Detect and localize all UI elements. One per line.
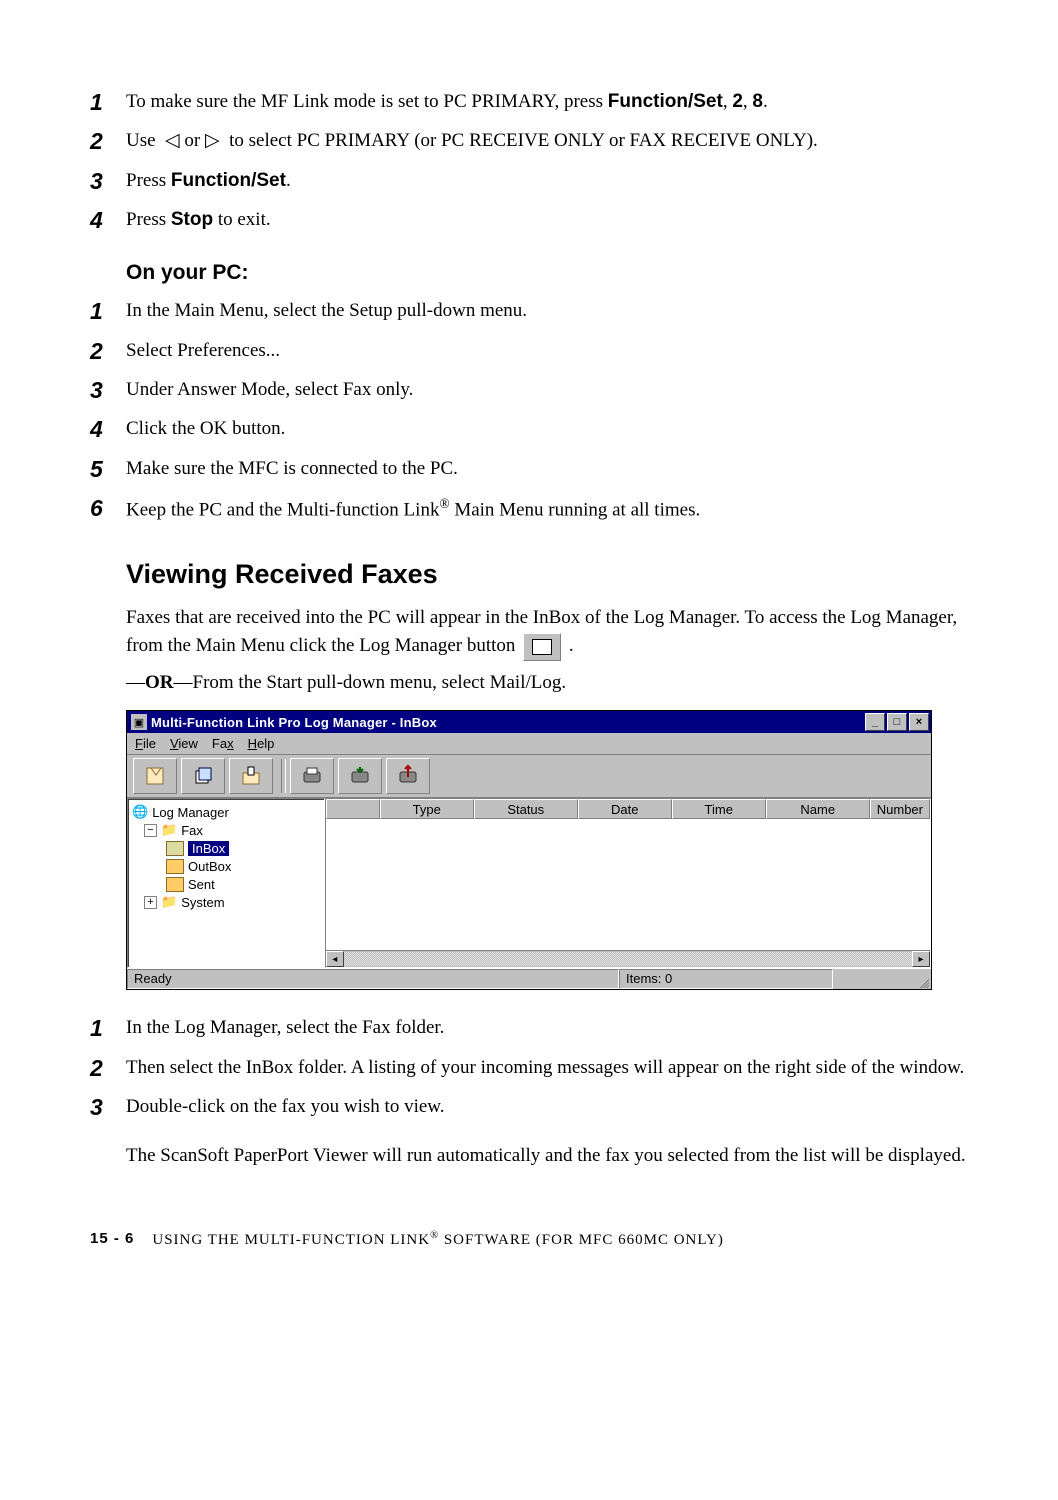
steps-on-pc: 1In the Main Menu, select the Setup pull… <box>90 295 968 525</box>
step-number: 2 <box>90 335 126 368</box>
step-number: 2 <box>90 125 126 158</box>
menu-file[interactable]: File <box>135 736 156 751</box>
step-text: To make sure the MF Link mode is set to … <box>126 86 968 116</box>
window-title: Multi-Function Link Pro Log Manager - In… <box>151 715 865 730</box>
resize-grip-icon[interactable] <box>911 969 931 989</box>
step-text: Keep the PC and the Multi-function Link®… <box>126 492 968 524</box>
scroll-right-icon[interactable]: ▸ <box>912 951 930 967</box>
log-manager-button-icon <box>523 633 561 661</box>
footer-text: USING THE MULTI-FUNCTION LINK® SOFTWARE … <box>152 1230 724 1249</box>
step-text: Click the OK button. <box>126 413 968 443</box>
folder-tree[interactable]: 🌐Log Manager −📁Fax InBox OutBox Sent +📁S… <box>127 798 325 968</box>
col-name[interactable]: Name <box>766 799 870 819</box>
col-date[interactable]: Date <box>578 799 672 819</box>
section-heading: Viewing Received Faxes <box>126 559 968 590</box>
menubar: File View Fax Help <box>127 733 931 755</box>
step-text: Select Preferences... <box>126 335 968 365</box>
toolbar-button-1[interactable] <box>133 758 177 794</box>
tree-root[interactable]: 🌐Log Manager <box>132 803 320 821</box>
log-manager-window: ▣ Multi-Function Link Pro Log Manager - … <box>126 710 932 990</box>
step-number: 1 <box>90 295 126 328</box>
step-text: Press Function/Set. <box>126 165 968 195</box>
step-text: Press Stop to exit. <box>126 204 968 234</box>
toolbar-button-2[interactable] <box>181 758 225 794</box>
minimize-button[interactable]: _ <box>865 713 885 731</box>
close-button[interactable]: × <box>909 713 929 731</box>
col-time[interactable]: Time <box>672 799 766 819</box>
status-items: Items: 0 <box>619 969 833 989</box>
app-icon: ▣ <box>131 714 147 730</box>
step-text: Under Answer Mode, select Fax only. <box>126 374 968 404</box>
step-text: In the Log Manager, select the Fax folde… <box>126 1012 968 1042</box>
step-text: Make sure the MFC is connected to the PC… <box>126 453 968 483</box>
step-text: Use ◁ or ▷ to select PC PRIMARY (or PC R… <box>126 125 968 155</box>
horizontal-scrollbar[interactable]: ◂ ▸ <box>326 950 930 967</box>
tree-outbox[interactable]: OutBox <box>132 857 320 875</box>
steps-view-fax: 1In the Log Manager, select the Fax fold… <box>90 1012 968 1124</box>
folder-icon <box>166 859 184 874</box>
subheading-on-your-pc: On your PC: <box>126 261 968 285</box>
col-status[interactable]: Status <box>474 799 578 819</box>
closing-paragraph: The ScanSoft PaperPort Viewer will run a… <box>126 1142 968 1170</box>
section-paragraph: Faxes that are received into the PC will… <box>126 604 968 660</box>
menu-help[interactable]: Help <box>248 736 275 751</box>
column-headers: Type Status Date Time Name Number <box>326 799 930 819</box>
message-list: Type Status Date Time Name Number ◂ ▸ <box>325 798 931 968</box>
toolbar-button-6[interactable] <box>386 758 430 794</box>
or-line: —OR—From the Start pull-down menu, selec… <box>126 669 968 697</box>
page-footer: 15 - 6 USING THE MULTI-FUNCTION LINK® SO… <box>90 1230 968 1249</box>
tree-fax[interactable]: −📁Fax <box>132 821 320 839</box>
step-text: Double-click on the fax you wish to view… <box>126 1091 968 1121</box>
step-number: 1 <box>90 86 126 119</box>
step-text: Then select the InBox folder. A listing … <box>126 1052 968 1082</box>
folder-icon <box>166 877 184 892</box>
steps-mf-link: 1 To make sure the MF Link mode is set t… <box>90 86 968 237</box>
toolbar-button-5[interactable] <box>338 758 382 794</box>
page-number: 15 - 6 <box>90 1230 134 1249</box>
toolbar <box>127 755 931 798</box>
status-ready: Ready <box>127 969 619 989</box>
step-number: 4 <box>90 204 126 237</box>
tree-inbox[interactable]: InBox <box>132 839 320 857</box>
list-body[interactable] <box>326 819 930 950</box>
step-number: 2 <box>90 1052 126 1085</box>
folder-open-icon <box>166 841 184 856</box>
statusbar: Ready Items: 0 <box>127 968 931 989</box>
col-type[interactable]: Type <box>380 799 474 819</box>
toolbar-separator <box>281 759 286 793</box>
step-number: 6 <box>90 492 126 525</box>
tree-sent[interactable]: Sent <box>132 875 320 893</box>
toolbar-button-3[interactable] <box>229 758 273 794</box>
scroll-left-icon[interactable]: ◂ <box>326 951 344 967</box>
step-number: 3 <box>90 374 126 407</box>
col-blank[interactable] <box>326 799 380 819</box>
step-number: 3 <box>90 1091 126 1124</box>
step-number: 1 <box>90 1012 126 1045</box>
col-number[interactable]: Number <box>870 799 930 819</box>
menu-fax[interactable]: Fax <box>212 736 234 751</box>
step-number: 4 <box>90 413 126 446</box>
menu-view[interactable]: View <box>170 736 198 751</box>
step-number: 3 <box>90 165 126 198</box>
toolbar-button-4[interactable] <box>290 758 334 794</box>
step-text: In the Main Menu, select the Setup pull-… <box>126 295 968 325</box>
maximize-button[interactable]: □ <box>887 713 907 731</box>
titlebar: ▣ Multi-Function Link Pro Log Manager - … <box>127 711 931 733</box>
tree-system[interactable]: +📁System <box>132 893 320 911</box>
step-number: 5 <box>90 453 126 486</box>
